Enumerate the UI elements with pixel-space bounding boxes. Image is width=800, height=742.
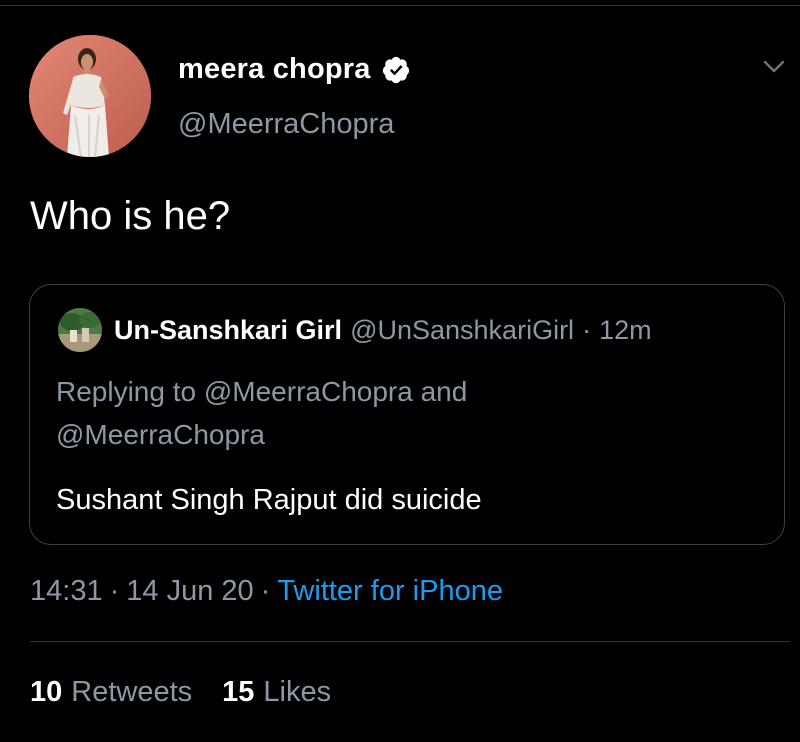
tweet-text: Who is he? [30, 194, 231, 238]
quoted-tweet-text: Sushant Singh Rajput did suicide [56, 484, 482, 516]
quoted-tweet-header: Un-Sanshkari Girl @UnSanshkariGirl · 12m [114, 315, 652, 346]
quoted-timestamp: 12m [599, 315, 652, 345]
tweet-stats: 10 Retweets 15 Likes [30, 676, 331, 709]
likes-stat[interactable]: 15 Likes [222, 676, 331, 709]
tweet-meta: 14:31 · 14 Jun 20 · Twitter for iPhone [30, 575, 503, 608]
retweets-stat[interactable]: 10 Retweets [30, 676, 192, 709]
tweet-time[interactable]: 14:31 [30, 575, 103, 608]
meta-separator-1: · [109, 575, 120, 607]
quoted-separator: · [582, 315, 592, 345]
avatar-photo-icon [29, 35, 151, 157]
meta-separator-2: · [260, 575, 271, 607]
retweets-count: 10 [30, 676, 63, 708]
replying-to-line-2: @MeerraChopra [56, 419, 265, 450]
likes-count: 15 [222, 676, 255, 708]
verified-badge-icon [382, 56, 409, 83]
retweets-label: Retweets [71, 676, 193, 708]
tweet-client-link[interactable]: Twitter for iPhone [277, 575, 503, 608]
quoted-author-avatar [58, 308, 102, 352]
replying-to-line-1: Replying to @MeerraChopra and [56, 376, 468, 407]
quoted-display-name[interactable]: Un-Sanshkari Girl [114, 315, 342, 346]
likes-label: Likes [263, 676, 332, 708]
quoted-handle[interactable]: @UnSanshkariGirl [350, 315, 574, 346]
top-divider [0, 5, 800, 6]
author-display-name[interactable]: meera chopra [178, 53, 371, 86]
replying-to: Replying to @MeerraChopra and @MeerraCho… [56, 370, 756, 456]
author-avatar[interactable] [29, 35, 151, 157]
quoted-avatar-photo-icon [58, 308, 102, 352]
author-name-row[interactable]: meera chopra [178, 53, 411, 86]
chevron-down-icon[interactable] [762, 58, 786, 76]
stats-divider [30, 641, 790, 642]
author-handle[interactable]: @MeerraChopra [178, 108, 394, 141]
tweet-date[interactable]: 14 Jun 20 [126, 575, 253, 608]
quoted-tweet-card[interactable]: Un-Sanshkari Girl @UnSanshkariGirl · 12m… [29, 284, 785, 545]
